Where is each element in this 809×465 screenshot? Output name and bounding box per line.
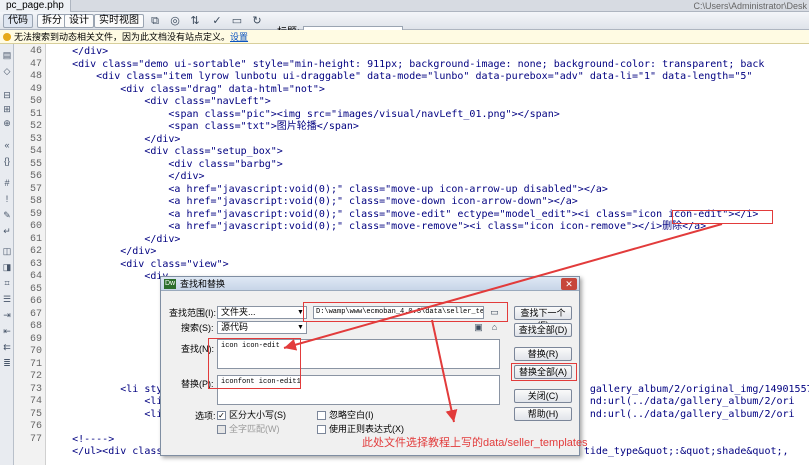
annotation-arrows <box>283 223 723 423</box>
annotation-text: 此处文件选择教程上写的data/seller_templates <box>362 437 588 449</box>
arrow-to-annotation <box>431 319 458 423</box>
arrow-to-find-field <box>283 223 723 351</box>
